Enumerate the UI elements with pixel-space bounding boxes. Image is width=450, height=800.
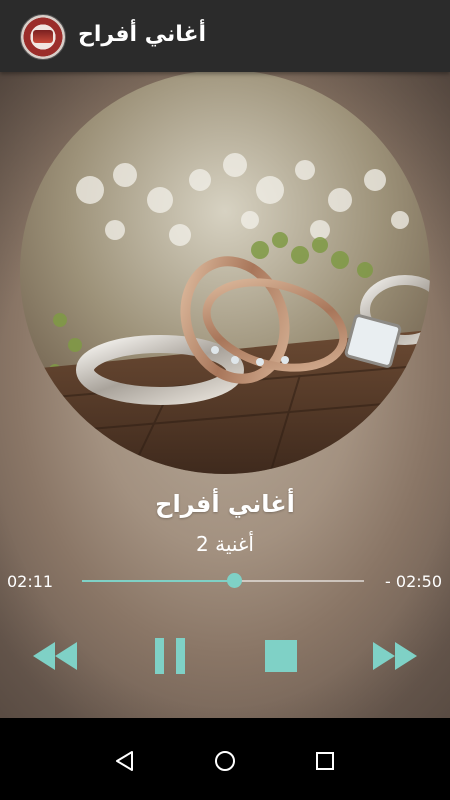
back-button[interactable] [107, 743, 143, 779]
seek-progress [82, 580, 235, 582]
seek-bar[interactable] [82, 573, 364, 588]
back-icon [116, 751, 133, 771]
app-bar: أغاني أفراح [0, 0, 450, 72]
remaining-time: - 02:50 [385, 572, 442, 591]
fast-forward-button[interactable] [370, 636, 420, 676]
home-button[interactable] [207, 743, 243, 779]
elapsed-time: 02:11 [7, 572, 54, 591]
fast-forward-icon [373, 642, 417, 670]
app-title: أغاني أفراح [78, 22, 207, 47]
stop-button[interactable] [264, 636, 298, 676]
playback-controls [0, 636, 450, 680]
recents-icon [316, 752, 334, 770]
recents-button[interactable] [307, 743, 343, 779]
song-title: أغاني أفراح [155, 490, 295, 518]
pause-button[interactable] [150, 636, 190, 676]
album-art [20, 70, 430, 474]
rewind-button[interactable] [30, 636, 80, 676]
home-icon [215, 751, 235, 771]
pause-icon [155, 638, 185, 674]
song-subtitle: أغنية 2 [196, 532, 254, 556]
app-logo-icon [20, 14, 66, 60]
stop-icon [265, 640, 297, 672]
fast-rewind-icon [33, 642, 77, 670]
system-navigation-bar [0, 718, 450, 800]
